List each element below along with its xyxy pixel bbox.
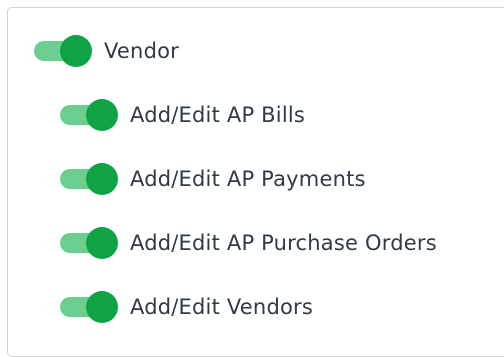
permission-label-vendor: Vendor [104,39,179,63]
toggle-knob [60,35,92,67]
permission-row-add-edit-vendors: Add/Edit Vendors [60,289,313,325]
permission-label-add-edit-ap-purchase-orders: Add/Edit AP Purchase Orders [130,231,437,255]
permission-row-add-edit-ap-bills: Add/Edit AP Bills [60,97,305,133]
permission-label-add-edit-ap-payments: Add/Edit AP Payments [130,167,366,191]
permissions-panel: Vendor Add/Edit AP Bills Add/Edit AP Pay… [7,7,504,357]
toggle-knob [86,163,118,195]
vendor-toggle[interactable] [34,33,92,69]
add-edit-ap-payments-toggle[interactable] [60,161,118,197]
permission-label-add-edit-ap-bills: Add/Edit AP Bills [130,103,306,127]
toggle-knob [86,291,118,323]
permission-row-add-edit-ap-purchase-orders: Add/Edit AP Purchase Orders [60,225,437,261]
add-edit-ap-bills-toggle[interactable] [60,97,118,133]
permission-label-add-edit-vendors: Add/Edit Vendors [130,295,313,319]
toggle-knob [86,99,118,131]
add-edit-vendors-toggle[interactable] [60,289,118,325]
add-edit-ap-purchase-orders-toggle[interactable] [60,225,118,261]
toggle-knob [86,227,118,259]
permission-row-add-edit-ap-payments: Add/Edit AP Payments [60,161,366,197]
permission-row-vendor: Vendor [34,33,179,69]
